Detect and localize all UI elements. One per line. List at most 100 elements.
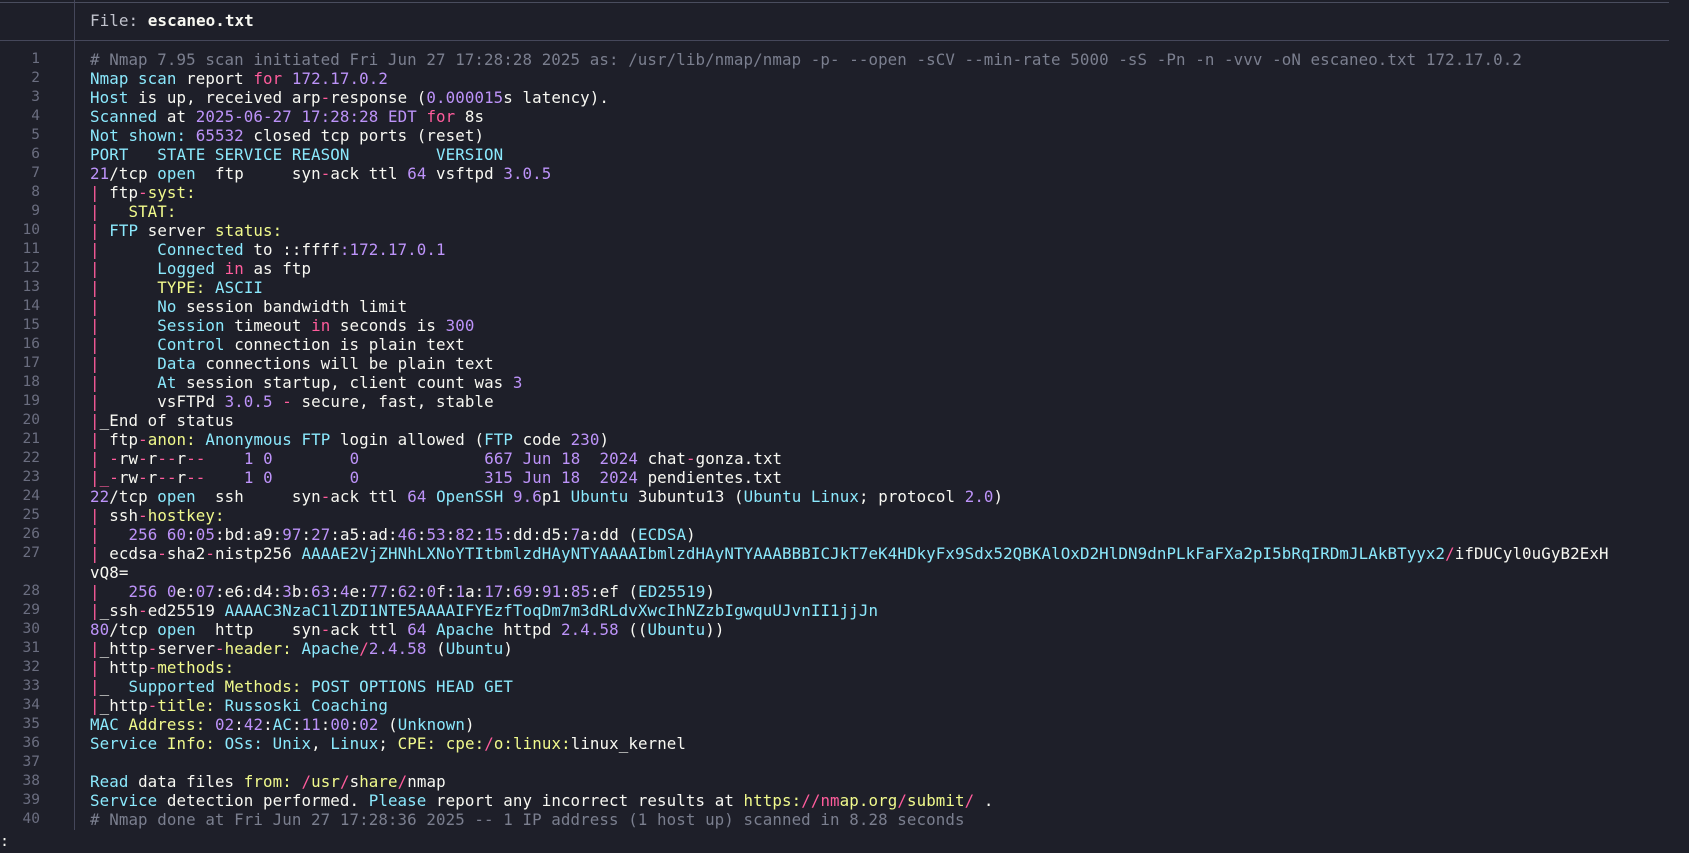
text-token: 2.4.58	[368, 639, 427, 658]
text-token: # Nmap 7.95 scan initiated Fri Jun 27 17…	[90, 50, 1522, 69]
text-token: 91	[542, 582, 562, 601]
text-token: -	[138, 601, 148, 620]
text-token: --	[186, 449, 206, 468]
line-number: 4	[31, 108, 40, 124]
line-number: 7	[31, 165, 40, 181]
text-token: 00	[330, 715, 350, 734]
text-token: session startup, client count was	[176, 373, 513, 392]
text-token: :	[301, 525, 312, 544]
text-token: At	[157, 373, 177, 392]
text-token: Host	[90, 88, 129, 107]
text-token: server	[138, 221, 215, 240]
text-token: |	[90, 411, 100, 430]
text-token: OpenSSH	[436, 487, 504, 506]
text-token: OSs:	[224, 734, 264, 753]
text-token: ))	[705, 620, 725, 639]
text-token: :e6:d4:	[215, 582, 283, 601]
text-token: -	[138, 430, 148, 449]
text-token: )	[993, 487, 1004, 506]
line-text: | STAT:	[90, 202, 1670, 221]
line-text: # Nmap done at Fri Jun 27 17:28:36 2025 …	[90, 810, 1670, 829]
line-number: 8	[31, 184, 40, 200]
line-number: 30	[22, 621, 40, 637]
file-line: 35 MAC Address: 02:42:AC:11:00:02 (Unknow…	[0, 715, 1689, 734]
text-token: /	[964, 791, 975, 810]
text-token: ASCII	[214, 278, 264, 297]
text-token: --	[157, 468, 177, 487]
line-number: 13	[22, 279, 40, 295]
text-token: 3.0.5	[503, 164, 552, 183]
text-token: open	[157, 164, 215, 183]
line-text: |_http-server-header: Apache/2.4.58 (Ubu…	[90, 639, 1670, 658]
text-token: 64	[407, 620, 427, 639]
terminal-window[interactable]: File: escaneo.txt 1 # Nmap 7.95 scan init…	[0, 0, 1689, 853]
text-token: pendientes.txt	[637, 468, 783, 487]
file-line: 2 Nmap scan report for 172.17.0.2	[0, 69, 1689, 88]
text-token: -	[138, 183, 148, 202]
file-line: 25 | ssh-hostkey:	[0, 506, 1689, 525]
text-token: ,	[311, 734, 331, 753]
text-token: |	[90, 677, 100, 696]
text-token: ED25519	[638, 582, 706, 601]
file-line: 9 | STAT:	[0, 202, 1689, 221]
text-token: -	[147, 639, 158, 658]
text-token: 05	[195, 525, 215, 544]
file-line: 22 | -rw-r--r-- 1 0 0 667 Jun 18 2024 cha…	[0, 449, 1689, 468]
line-text: | TYPE: ASCII	[90, 278, 1670, 297]
file-line: 26 | 256 60:05:bd:a9:97:27:a5:ad:46:53:82…	[0, 525, 1689, 544]
text-token: open	[157, 487, 215, 506]
line-text: | -rw-r--r-- 1 0 0 667 Jun 18 2024 chat-…	[90, 449, 1670, 468]
text-token: 65532	[195, 126, 244, 145]
text-token: AAAAE2VjZHNhLXNoYTItbmlzdHAyNTYAAAAIbmlz…	[301, 544, 1446, 563]
file-line: 17 | Data connections will be plain text	[0, 354, 1689, 373]
text-token: :	[330, 582, 340, 601]
text-token: a:dd (	[580, 525, 639, 544]
line-text: | 256 60:05:bd:a9:97:27:a5:ad:46:53:82:1…	[90, 525, 1670, 544]
line-number: 12	[22, 260, 40, 276]
text-token: |_-	[90, 468, 119, 487]
text-token: 46	[397, 525, 417, 544]
text-token: https:	[743, 791, 802, 810]
text-token: 02	[359, 715, 379, 734]
text-token: vsFTPd	[99, 392, 225, 411]
text-token: 300	[445, 316, 475, 335]
text-token: syst:	[147, 183, 196, 202]
text-token: r	[176, 449, 187, 468]
text-token: 3	[282, 582, 292, 601]
text-token: 9.6	[512, 487, 542, 506]
text-token: |	[90, 354, 100, 373]
file-content[interactable]: 1 # Nmap 7.95 scan initiated Fri Jun 27 1…	[0, 50, 1689, 829]
line-number: 20	[22, 412, 40, 428]
pager-prompt[interactable]: :	[0, 832, 20, 851]
file-line: 28 | 256 0e:07:e6:d4:3b:63:4e:77:62:0f:1a…	[0, 582, 1689, 601]
text-token: 77	[368, 582, 389, 601]
text-token: Linux	[330, 734, 379, 753]
text-token: p1	[541, 487, 571, 506]
text-token: -	[320, 620, 331, 639]
text-token: 172.17.0.2	[291, 69, 388, 88]
file-name: escaneo.txt	[147, 11, 254, 30]
line-text: |_-rw-r--r-- 1 0 0 315 Jun 18 2024 pendi…	[90, 468, 1670, 487]
text-token: Ubuntu Linux	[743, 487, 859, 506]
text-token: http syn	[214, 620, 321, 639]
text-token: 1 0	[243, 449, 273, 468]
file-line: 37	[0, 753, 1689, 772]
text-token: 0	[349, 449, 360, 468]
text-token: Address:	[128, 715, 206, 734]
text-token: submit	[906, 791, 965, 810]
line-number: 17	[22, 355, 40, 371]
text-token: 15	[484, 525, 504, 544]
file-line: 33 |_ Supported Methods: POST OPTIONS HEA…	[0, 677, 1689, 696]
text-token: ftp	[99, 183, 139, 202]
text-token: Scanned	[90, 107, 158, 126]
text-token: :dd:d5:	[503, 525, 571, 544]
text-token: for	[253, 69, 283, 88]
text-token: :bd:a9:	[215, 525, 283, 544]
